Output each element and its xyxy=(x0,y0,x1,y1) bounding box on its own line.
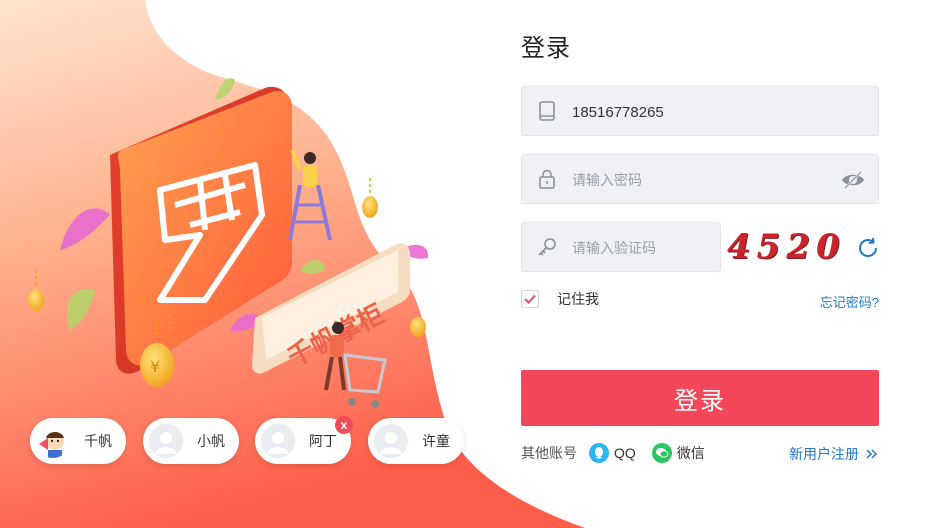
wechat-login-button[interactable]: 微信 xyxy=(651,443,705,463)
account-chip[interactable]: 小帆 xyxy=(143,418,239,464)
account-name: 阿丁 xyxy=(309,433,337,449)
remove-account-button[interactable]: x xyxy=(335,416,353,434)
account-chip[interactable]: 阿丁 x xyxy=(255,416,353,464)
forgot-password-link[interactable]: 忘记密码? xyxy=(820,292,879,311)
avatar xyxy=(374,424,408,458)
qq-icon xyxy=(589,443,609,463)
page-title: 登录 xyxy=(521,35,571,62)
phone-input[interactable] xyxy=(570,87,814,137)
wechat-icon xyxy=(651,443,672,463)
captcha-code: 4520 xyxy=(727,227,846,267)
account-name: 小帆 xyxy=(197,433,225,449)
avatar xyxy=(36,424,70,458)
avatar xyxy=(149,424,183,458)
other-accounts-label: 其他账号 xyxy=(521,445,577,461)
double-chevron-right-icon xyxy=(866,449,878,459)
refresh-icon[interactable] xyxy=(856,236,880,260)
captcha-image[interactable]: 4520 xyxy=(727,224,840,270)
avatar xyxy=(261,424,295,458)
password-input[interactable] xyxy=(570,155,814,205)
recent-accounts: 千帆 小帆 阿丁 x 许童 xyxy=(30,416,470,466)
lock-icon xyxy=(536,168,558,190)
password-field-wrapper xyxy=(521,154,879,205)
register-link[interactable]: 新用户注册 xyxy=(789,444,879,464)
login-button[interactable]: 登录 xyxy=(521,370,879,426)
svg-text:¥: ¥ xyxy=(150,357,160,376)
mascot-avatar-icon xyxy=(39,432,64,458)
user-placeholder-icon xyxy=(267,432,289,454)
login-form: 登录 4520 记住我 忘记密码? 登录 xyxy=(521,0,879,528)
account-name: 许童 xyxy=(422,433,450,449)
qq-label: QQ xyxy=(614,445,636,461)
phone-icon xyxy=(536,100,558,122)
account-chip[interactable]: 千帆 xyxy=(30,418,126,464)
check-icon xyxy=(524,294,536,304)
user-placeholder-icon xyxy=(380,432,402,454)
eye-hidden-icon[interactable] xyxy=(840,169,866,191)
phone-field-wrapper xyxy=(521,86,879,137)
captcha-input[interactable] xyxy=(570,223,719,273)
wechat-label: 微信 xyxy=(676,445,705,461)
user-placeholder-icon xyxy=(155,432,177,454)
remember-checkbox[interactable] xyxy=(521,290,539,308)
key-icon xyxy=(536,236,558,258)
remember-label: 记住我 xyxy=(557,291,599,307)
captcha-field-wrapper xyxy=(521,222,721,273)
register-label: 新用户注册 xyxy=(789,446,859,462)
account-chip[interactable]: 许童 xyxy=(368,418,464,464)
remember-me-toggle[interactable]: 记住我 xyxy=(521,289,599,309)
account-name: 千帆 xyxy=(84,433,112,449)
qq-login-button[interactable]: QQ xyxy=(589,443,636,463)
